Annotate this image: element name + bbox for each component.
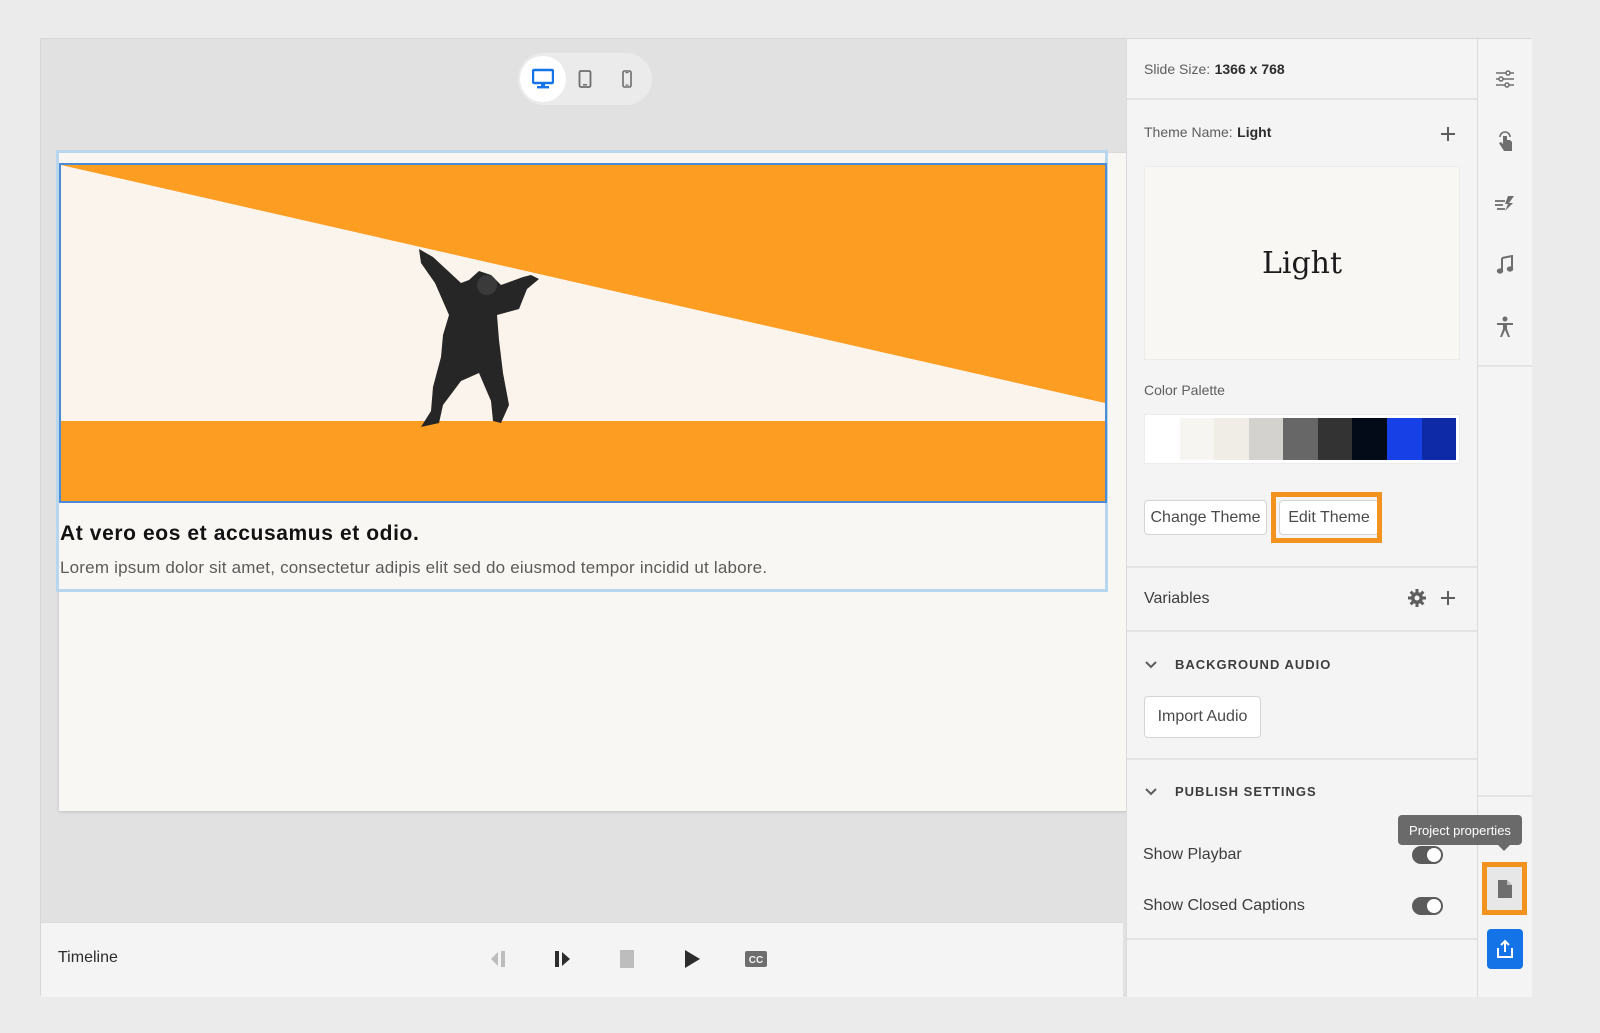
background-audio-label: BACKGROUND AUDIO — [1175, 657, 1332, 672]
play-button[interactable] — [674, 943, 710, 975]
theme-name-value: Light — [1237, 124, 1272, 140]
background-audio-section: BACKGROUND AUDIO Import Audio — [1127, 632, 1477, 760]
interactions-rail-button[interactable] — [1491, 127, 1519, 155]
show-playbar-toggle[interactable] — [1412, 846, 1443, 864]
right-tool-rail — [1477, 39, 1533, 997]
accessibility-icon — [1497, 316, 1513, 337]
timeline-bar: Timeline CC — [41, 922, 1123, 997]
slide-size-value: 1366 x 768 — [1214, 61, 1285, 77]
document-icon — [1497, 879, 1512, 898]
interaction-hand-icon — [1499, 131, 1512, 151]
slide-size-section: Slide Size: 1366 x 768 — [1127, 39, 1477, 100]
step-back-icon — [491, 951, 505, 967]
theme-preview-text: Light — [1261, 245, 1343, 281]
mobile-view-button[interactable] — [604, 56, 650, 102]
slide-size-label: Slide Size: — [1144, 61, 1211, 77]
plus-icon — [1441, 127, 1455, 141]
palette-swatch[interactable] — [1145, 418, 1180, 460]
properties-sliders-icon — [1496, 70, 1514, 88]
change-theme-button[interactable]: Change Theme — [1144, 500, 1267, 535]
chevron-down-icon — [1145, 660, 1157, 668]
variables-label: Variables — [1144, 590, 1210, 607]
audio-rail-button[interactable] — [1491, 251, 1519, 279]
chevron-down-icon — [1145, 787, 1157, 795]
properties-rail-button[interactable] — [1491, 65, 1519, 93]
publish-settings-label: PUBLISH SETTINGS — [1175, 784, 1317, 799]
show-playbar-row: Show Playbar — [1143, 846, 1443, 864]
project-properties-tooltip: Project properties — [1398, 815, 1522, 851]
tablet-icon — [578, 70, 592, 88]
slide-body-text[interactable]: Lorem ipsum dolor sit amet, consectetur … — [60, 558, 767, 578]
step-forward-icon — [555, 951, 570, 967]
show-closed-captions-label: Show Closed Captions — [1143, 897, 1305, 914]
accessibility-rail-button[interactable] — [1491, 313, 1519, 341]
orange-floor-band — [61, 421, 1105, 501]
slide-canvas[interactable]: At vero eos et accusamus et odio. Lorem … — [56, 150, 1127, 811]
theme-name-label: Theme Name: — [1144, 124, 1233, 140]
tablet-view-button[interactable] — [562, 56, 608, 102]
show-closed-captions-toggle[interactable] — [1412, 897, 1443, 915]
next-button[interactable] — [545, 943, 581, 975]
closed-captions-button[interactable]: CC — [738, 943, 774, 975]
palette-swatch[interactable] — [1179, 418, 1215, 460]
animation-icon — [1495, 196, 1514, 211]
publish-settings-section: PUBLISH SETTINGS Show Playbar Show Close… — [1127, 760, 1477, 940]
share-export-icon — [1497, 939, 1513, 958]
palette-swatch[interactable] — [1283, 418, 1318, 460]
add-theme-button[interactable] — [1438, 124, 1458, 144]
color-palette-label: Color Palette — [1144, 382, 1225, 398]
add-variable-button[interactable] — [1438, 588, 1458, 608]
closed-captions-icon: CC — [745, 951, 767, 967]
device-mode-switch — [518, 53, 652, 105]
stop-icon — [620, 950, 634, 968]
variables-section: Variables — [1127, 568, 1477, 632]
color-palette[interactable] — [1144, 414, 1460, 464]
desktop-view-button[interactable] — [520, 56, 566, 102]
animations-rail-button[interactable] — [1491, 189, 1519, 217]
palette-swatch[interactable] — [1421, 418, 1457, 460]
hero-image[interactable] — [59, 163, 1107, 503]
app-window: At vero eos et accusamus et odio. Lorem … — [40, 38, 1533, 997]
show-closed-captions-row: Show Closed Captions — [1143, 897, 1443, 915]
stop-button[interactable] — [609, 943, 645, 975]
background-audio-header[interactable]: BACKGROUND AUDIO — [1144, 657, 1331, 672]
project-properties-button[interactable] — [1482, 862, 1527, 915]
import-audio-button[interactable]: Import Audio — [1144, 696, 1261, 738]
mobile-icon — [622, 70, 632, 88]
publish-button[interactable] — [1487, 929, 1523, 969]
slide-headline[interactable]: At vero eos et accusamus et odio. — [60, 522, 419, 546]
palette-swatch[interactable] — [1214, 418, 1249, 460]
gear-icon — [1408, 589, 1426, 607]
variables-settings-button[interactable] — [1407, 588, 1427, 608]
timeline-label: Timeline — [58, 949, 118, 966]
properties-panel: Slide Size: 1366 x 768 Theme Name: Light… — [1126, 39, 1477, 997]
play-icon — [685, 950, 700, 968]
theme-section: Theme Name: Light Light Color Palette Ch… — [1127, 100, 1477, 568]
palette-swatch[interactable] — [1248, 418, 1284, 460]
hero-illustration — [61, 165, 1105, 501]
previous-button[interactable] — [481, 943, 517, 975]
audio-note-icon — [1496, 255, 1514, 274]
plus-icon — [1441, 591, 1455, 605]
theme-preview[interactable]: Light — [1144, 166, 1460, 360]
edit-theme-button[interactable]: Edit Theme — [1279, 500, 1379, 535]
stage-area: At vero eos et accusamus et odio. Lorem … — [41, 39, 1127, 922]
show-playbar-label: Show Playbar — [1143, 846, 1242, 863]
svg-text:CC: CC — [749, 955, 763, 966]
publish-settings-header[interactable]: PUBLISH SETTINGS — [1144, 784, 1317, 799]
palette-swatch[interactable] — [1317, 418, 1353, 460]
palette-swatch[interactable] — [1386, 418, 1422, 460]
rail-divider — [1478, 795, 1533, 797]
palette-swatch[interactable] — [1352, 418, 1387, 460]
desktop-icon — [532, 68, 554, 89]
